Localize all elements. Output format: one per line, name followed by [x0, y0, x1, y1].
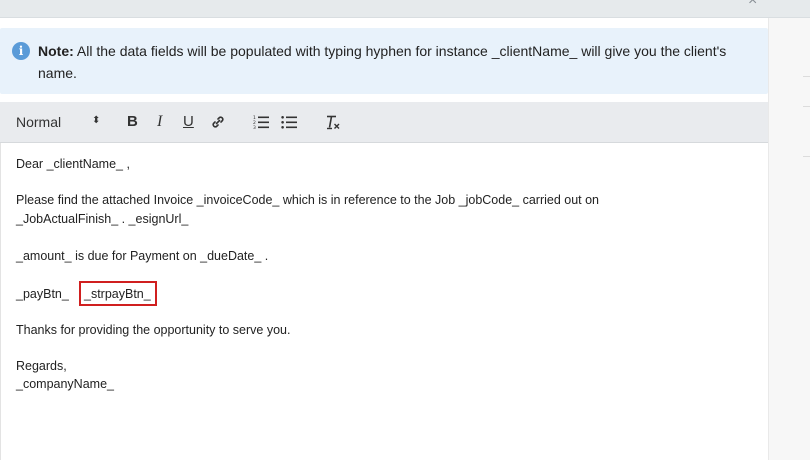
note-body: All the data fields will be populated wi…	[38, 43, 727, 81]
link-icon[interactable]	[210, 114, 226, 130]
background-page-strip	[768, 18, 810, 460]
note-text: Note: All the data fields will be popula…	[38, 40, 760, 84]
bold-button[interactable]: B	[127, 102, 138, 142]
editor-line: Regards,	[16, 359, 67, 373]
underline-button[interactable]: U	[183, 102, 194, 142]
info-note: i Note: All the data fields will be popu…	[0, 28, 768, 94]
editor-line: _JobActualFinish_ . _esignUrl_	[16, 212, 189, 226]
editor-line: _companyName_	[16, 377, 114, 391]
editor-line: Please find the attached Invoice _invoic…	[16, 193, 600, 207]
editor-line: Dear _clientName_ ,	[16, 157, 130, 171]
info-icon: i	[12, 42, 30, 60]
editor-toolbar: Normal ⬍ B I U 1 2 3	[0, 102, 768, 143]
pay-button-token: _payBtn_	[16, 287, 69, 301]
highlight-box	[79, 281, 157, 306]
format-select[interactable]: Normal	[16, 102, 61, 142]
clear-format-icon[interactable]	[325, 114, 341, 130]
modal-header: ×	[0, 0, 810, 18]
ordered-list-icon[interactable]: 1 2 3	[253, 114, 269, 130]
chevron-updown-icon[interactable]: ⬍	[92, 116, 100, 126]
note-label: Note:	[38, 43, 74, 59]
bullet-list-icon[interactable]	[281, 114, 297, 130]
italic-button[interactable]: I	[157, 102, 162, 142]
close-icon[interactable]: ×	[748, 0, 757, 9]
svg-text:3: 3	[253, 125, 256, 130]
editor-line: _amount_ is due for Payment on _dueDate_…	[16, 249, 269, 263]
editor-line: Thanks for providing the opportunity to …	[16, 323, 291, 337]
